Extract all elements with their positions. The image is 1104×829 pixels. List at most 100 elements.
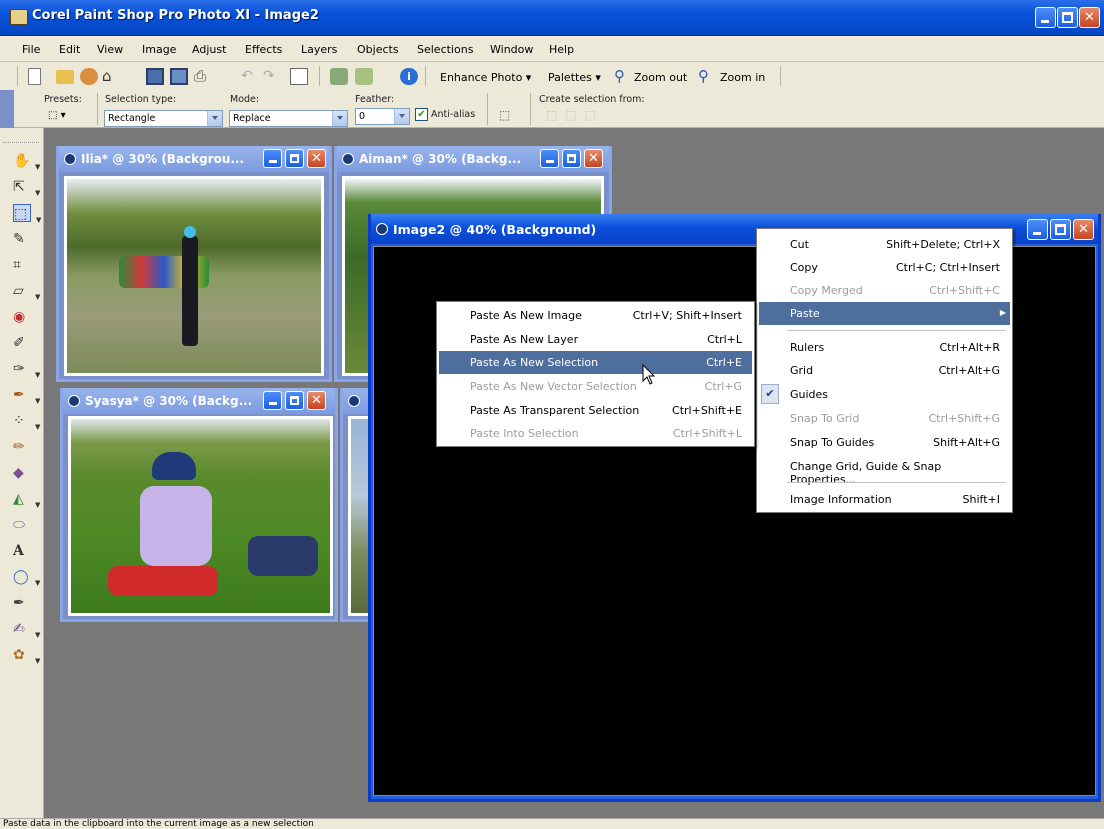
picture-tube-icon[interactable]: ✿ ▼ [13,646,40,665]
doc-minimize-button[interactable] [1027,219,1048,240]
menu-item-copy-merged[interactable]: Copy Merged Ctrl+Shift+C [759,279,1010,302]
zoom-in-button[interactable]: Zoom in [720,71,765,84]
menu-item-cut[interactable]: Cut Shift+Delete; Ctrl+X [759,233,1010,256]
doc-close-button[interactable]: ✕ [307,391,326,410]
resize-icon[interactable] [290,68,308,85]
warp-brush-icon[interactable]: ✍ ▼ [13,620,40,639]
pick-tool-icon[interactable]: ⇱ ▼ [13,178,40,197]
doc-maximize-button[interactable] [1050,219,1071,240]
menu-edit[interactable]: Edit [59,43,80,56]
doc-maximize-button[interactable] [285,391,304,410]
menu-item-paste[interactable]: Paste ▶ [759,302,1010,325]
menu-item-paste-into-selection[interactable]: Paste Into Selection Ctrl+Shift+L [439,422,752,445]
preset-shape-icon[interactable]: ◯ ▼ [13,568,40,587]
menu-file[interactable]: File [22,43,40,56]
menu-item-paste-as-new-selection[interactable]: Paste As New Selection Ctrl+E [439,351,752,374]
enhance-photo-button[interactable]: Enhance Photo ▾ [440,71,531,84]
maximize-button[interactable] [1057,7,1078,28]
doc-minimize-button[interactable] [540,149,559,168]
document-canvas[interactable] [64,176,324,376]
create-from-icons[interactable]: ⬚⬚⬚ [546,108,604,122]
open-folder-icon[interactable] [56,70,74,84]
print-icon[interactable]: ⎙ [194,68,212,85]
straighten-tool-icon[interactable]: ▱ ▼ [13,282,40,301]
redo-icon[interactable]: ↷ [263,68,281,85]
adjust-icon[interactable] [330,68,348,85]
menu-objects[interactable]: Objects [357,43,399,56]
text-tool-icon[interactable]: A [13,542,31,560]
color-replacer-icon[interactable]: ⬭ [13,516,31,534]
menu-item-change-grid-properties[interactable]: Change Grid, Guide & Snap Properties... [759,455,1010,486]
menu-selections[interactable]: Selections [417,43,473,56]
crop-tool-icon[interactable]: ⌗ [13,256,31,274]
pen-tool-icon[interactable]: ✒ [13,594,31,612]
menu-item-grid[interactable]: Grid Ctrl+Alt+G [759,359,1010,382]
doc-maximize-button[interactable] [285,149,304,168]
doc-minimize-button[interactable] [263,391,282,410]
menu-item-paste-as-new-vector-selection[interactable]: Paste As New Vector Selection Ctrl+G [439,375,752,398]
menu-image[interactable]: Image [142,43,176,56]
mode-select[interactable]: Replace [229,110,348,127]
paint-brush-icon[interactable]: ✒ ▼ [13,386,40,405]
context-menu: Cut Shift+Delete; Ctrl+X Copy Ctrl+C; Ctrl… [756,228,1013,513]
menu-item-paste-as-transparent-selection[interactable]: Paste As Transparent Selection Ctrl+Shift… [439,399,752,422]
presets-dropdown[interactable]: ⬚ ▾ [48,110,66,121]
status-text: Paste data in the clipboard into the cur… [3,819,314,829]
document-canvas[interactable] [68,416,333,616]
menu-effects[interactable]: Effects [245,43,282,56]
menu-item-guides[interactable]: ✔ Guides [759,383,1010,406]
browse-icon[interactable] [80,68,98,85]
feather-input[interactable]: 0 [355,108,410,125]
document-title-bar[interactable]: Syasya* @ 30% (Backg... ✕ [63,388,335,414]
zoom-out-button[interactable]: Zoom out [634,71,687,84]
palettes-button[interactable]: Palettes ▾ [548,71,601,84]
eraser-tool-icon[interactable]: ◆ [13,464,31,482]
close-button[interactable]: ✕ [1079,7,1100,28]
dropper-tool-icon[interactable]: ✎ [13,230,31,248]
flood-fill-icon[interactable]: ◭ ▼ [13,490,40,509]
menu-item-snap-to-guides[interactable]: Snap To Guides Shift+Alt+G [759,431,1010,454]
menu-item-copy[interactable]: Copy Ctrl+C; Ctrl+Insert [759,256,1010,279]
doc-maximize-button[interactable] [562,149,581,168]
document-title-bar[interactable]: Aiman* @ 30% (Backg... ✕ [337,146,609,172]
options-grip[interactable] [0,90,14,128]
menu-item-shortcut: Ctrl+E [706,356,742,369]
new-file-icon[interactable] [28,68,41,85]
menu-item-paste-as-new-image[interactable]: Paste As New Image Ctrl+V; Shift+Insert [439,304,752,327]
feather-label: Feather: [355,94,395,105]
menu-layers[interactable]: Layers [301,43,337,56]
antialias-checkbox[interactable]: ✔ [415,108,428,121]
doc-close-button[interactable]: ✕ [307,149,326,168]
info-icon[interactable]: i [400,68,418,85]
menu-view[interactable]: View [97,43,123,56]
doc-close-button[interactable]: ✕ [1073,219,1094,240]
makeover-tool-icon[interactable]: ✐ [13,334,31,352]
selection-type-select[interactable]: Rectangle [104,110,223,127]
red-eye-tool-icon[interactable]: ◉ [13,308,31,326]
menu-window[interactable]: Window [490,43,533,56]
menu-item-rulers[interactable]: Rulers Ctrl+Alt+R [759,336,1010,359]
save-as-icon[interactable] [170,68,188,85]
menu-item-snap-to-grid[interactable]: Snap To Grid Ctrl+Shift+G [759,407,1010,430]
airbrush-tool-icon[interactable]: ⁘ ▼ [13,412,40,431]
menu-help[interactable]: Help [549,43,574,56]
document-window-ilia[interactable]: Ilia* @ 30% (Backgrou... ✕ [56,146,332,382]
menu-item-image-information[interactable]: Image Information Shift+I [759,488,1010,511]
save-icon[interactable] [146,68,164,85]
selection-tool-icon[interactable]: ⬚ ▼ [13,204,41,224]
pan-tool-icon[interactable]: ✋ ▼ [13,152,40,171]
scan-icon[interactable]: ⌂ [102,68,120,85]
lighten-darken-icon[interactable]: ✏ [13,438,31,456]
clone-tool-icon[interactable]: ✑ ▼ [13,360,40,379]
document-title-bar[interactable]: Ilia* @ 30% (Backgrou... ✕ [59,146,329,172]
menu-item-paste-as-new-layer[interactable]: Paste As New Layer Ctrl+L [439,328,752,351]
document-window-syasya[interactable]: Syasya* @ 30% (Backg... ✕ [60,388,338,622]
select-all-icon[interactable]: ⬚ [499,108,510,122]
backpack [248,536,318,576]
doc-minimize-button[interactable] [263,149,282,168]
undo-icon[interactable]: ↶ [241,68,259,85]
learning-center-icon[interactable] [355,68,373,85]
doc-close-button[interactable]: ✕ [584,149,603,168]
menu-adjust[interactable]: Adjust [192,43,226,56]
minimize-button[interactable] [1035,7,1056,28]
